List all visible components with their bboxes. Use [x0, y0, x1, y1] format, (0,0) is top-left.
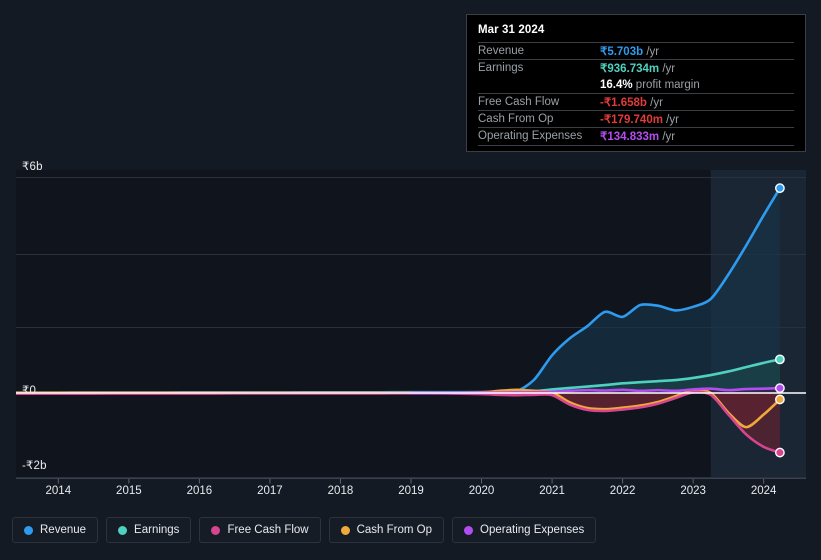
legend-item-label: Earnings [134, 524, 180, 536]
tooltip-metric-label: Cash From Op [478, 110, 600, 128]
tooltip-metric-label: Earnings [478, 59, 600, 77]
y-axis-label-bottom: -₹2b [22, 460, 47, 472]
legend-item-label: Revenue [40, 524, 87, 536]
tooltip-metric-value: -₹1.658b /yr [600, 93, 794, 111]
endpoint-operating-expenses [775, 383, 785, 394]
x-axis-label-2015: 2015 [116, 485, 142, 497]
x-axis-label-2024: 2024 [750, 485, 777, 497]
legend-item-label: Free Cash Flow [227, 524, 309, 536]
tooltip-row: Cash From Op -₹179.740m /yr [478, 110, 794, 128]
legend-item-earnings[interactable]: Earnings [106, 517, 192, 543]
tooltip-row: Earnings ₹936.734m /yr [478, 59, 794, 77]
tooltip-metric-label: Free Cash Flow [478, 93, 600, 111]
endpoint-free-cash-flow [775, 447, 785, 458]
tooltip-metric-value: ₹936.734m /yr [600, 59, 794, 77]
endpoint-earnings [775, 354, 785, 365]
y-axis-label-zero: ₹0 [22, 385, 37, 397]
x-axis-ticks [57, 478, 765, 484]
tooltip-metric-label: Operating Expenses [478, 127, 600, 145]
tooltip-profit-margin-row: 16.4% profit margin [478, 77, 794, 94]
legend-color-dot-icon [24, 525, 33, 535]
legend-color-dot-icon [340, 525, 350, 535]
legend-item-label: Cash From Op [356, 524, 433, 536]
tooltip-row: Free Cash Flow -₹1.658b /yr [478, 93, 794, 111]
legend-item-operating-expenses[interactable]: Operating Expenses [452, 517, 597, 543]
chart-tooltip: Mar 31 2024 Revenue ₹5.703b /yr Earnings ₹9… [466, 14, 806, 152]
legend-color-dot-icon [464, 525, 474, 535]
x-axis-label-2017: 2017 [257, 485, 283, 497]
x-axis-label-2016: 2016 [186, 485, 213, 497]
y-axis-label-top: ₹6b [22, 161, 43, 173]
chart-legend: Revenue Earnings Free Cash Flow Cash From O… [12, 517, 597, 543]
legend-item-revenue[interactable]: Revenue [12, 517, 99, 543]
legend-color-dot-icon [211, 525, 221, 535]
tooltip-metric-value: ₹134.833m /yr [600, 127, 794, 145]
x-axis-label-2022: 2022 [609, 485, 636, 497]
tooltip-metric-value: -₹179.740m /yr [600, 110, 794, 128]
x-axis-label-2014: 2014 [45, 485, 72, 497]
x-axis-label-2023: 2023 [680, 485, 706, 497]
legend-item-cash-from-op[interactable]: Cash From Op [328, 517, 445, 543]
x-axis-label-2018: 2018 [327, 485, 354, 497]
tooltip-metrics-table: Revenue ₹5.703b /yr Earnings ₹936.734m /yr 1… [478, 42, 794, 145]
endpoint-revenue [775, 183, 785, 194]
legend-item-free-cash-flow[interactable]: Free Cash Flow [199, 517, 321, 543]
x-axis-label-2021: 2021 [539, 485, 565, 497]
x-axis-label-2019: 2019 [398, 485, 424, 497]
financial-chart: ₹6b ₹0 -₹2b 2014 2015 2016 2017 2018 2019 2020… [0, 0, 821, 560]
tooltip-row: Revenue ₹5.703b /yr [478, 42, 794, 60]
tooltip-metric-label: Revenue [478, 42, 600, 60]
legend-item-label: Operating Expenses [480, 524, 585, 536]
tooltip-metric-value: ₹5.703b /yr [600, 42, 794, 60]
tooltip-profit-margin-spacer [478, 77, 600, 94]
tooltip-date: Mar 31 2024 [478, 24, 545, 36]
tooltip-profit-margin-value: 16.4% profit margin [600, 78, 700, 91]
tooltip-row: Operating Expenses ₹134.833m /yr [478, 127, 794, 145]
endpoint-cash-from-op [775, 394, 785, 405]
x-axis-label-2020: 2020 [468, 485, 495, 497]
legend-color-dot-icon [118, 525, 128, 535]
